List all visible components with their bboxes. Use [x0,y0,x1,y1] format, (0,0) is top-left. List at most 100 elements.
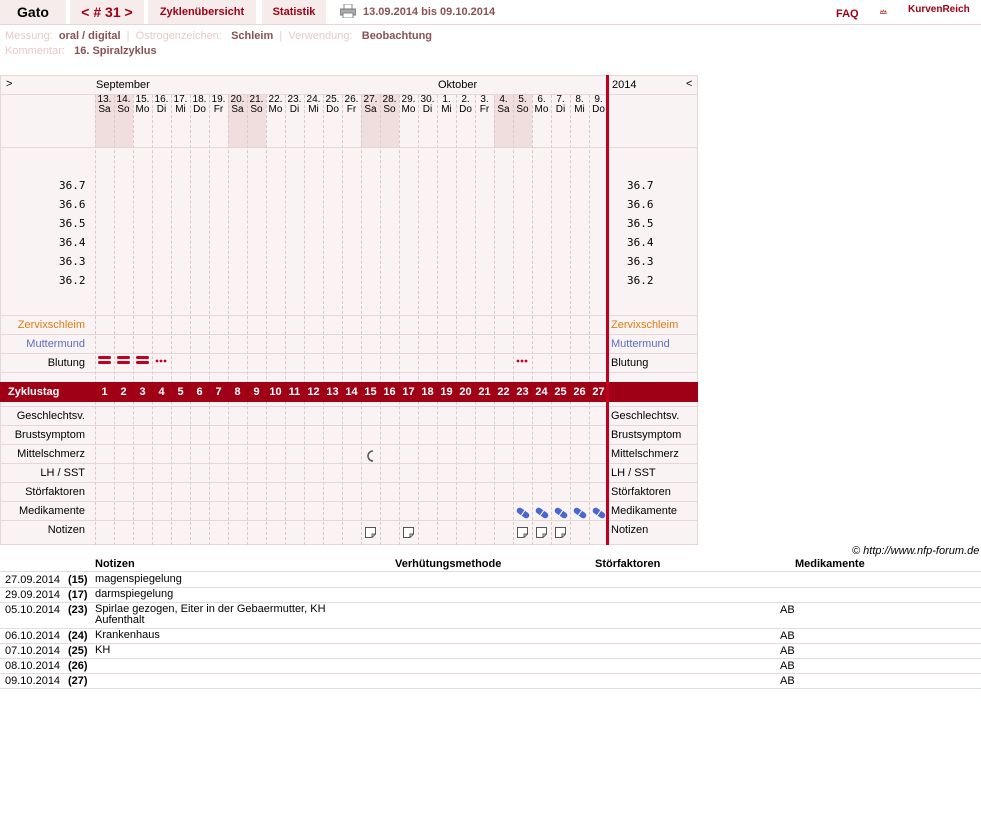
row-date: 06.10.2014 [5,630,61,642]
table-row: 09.10.2014 (27) AB [0,673,981,689]
cycle-day-number: 10 [269,386,282,398]
day-header: 27. Sa [361,95,380,115]
cycle-day-number: 22 [497,386,510,398]
zyklustag-bar: Zyklustag 1 2 3 4 5 6 7 8 9 10 11 12 13 14 15 16 17 18 19 2… [0,382,698,402]
cycle-chart: > September Oktober 2014 < 13. Sa 14. So 15.… [0,75,698,545]
grid-line [133,95,134,545]
weekday: Do [326,104,339,115]
printer-icon[interactable] [340,4,356,18]
header-divider [0,558,981,572]
grid-line [228,95,229,545]
day-header: 18. Do [190,95,209,115]
weekday: So [250,104,263,115]
cycle-day-number: 23 [516,386,529,398]
nav-next[interactable]: < [686,78,692,90]
row-label-right-gv: Geschlechtsv. [611,410,680,422]
row-med: AB [780,675,795,687]
measure-value: oral / digital [58,30,121,42]
crown-icon [880,9,887,14]
row-cycle-day: (24) [68,630,88,642]
day-header: 20. Sa [228,95,247,115]
bleeding-heavy-icon [136,355,149,365]
table-row: 05.10.2014 (23) Spirlae gezogen, Eiter in … [0,602,981,629]
note-icon[interactable] [517,527,528,538]
estrogen-label: Östrogenzeichen: [135,30,222,42]
cycle-day-number: 6 [196,386,203,398]
weekday: Sa [364,104,377,115]
temp-label-right: 36.6 [627,198,654,211]
weekday: Fr [213,104,224,115]
row-divider [0,520,698,521]
temp-label-right: 36.4 [627,236,654,249]
grid-line [475,95,476,545]
weekday: Mo [534,104,549,115]
tab-cycle-overview[interactable]: Zyklenübersicht [148,0,256,24]
zervix-label-right: Zervixschleim [611,319,679,331]
row-date: 27.09.2014 [5,574,61,586]
weekday: Di [555,104,566,115]
row-label-stoer: Störfaktoren [25,486,85,498]
weekday: Mi [175,104,186,115]
tab-statistics[interactable]: Statistik [262,0,326,24]
blutung-label: Blutung [47,357,85,369]
month-september: September [96,79,150,91]
row-label-mittel: Mittelschmerz [17,448,85,460]
row-med: AB [780,645,795,657]
row-label-right-mittel: Mittelschmerz [611,448,679,460]
grid-line [513,95,514,545]
grid-line [570,95,571,545]
grid-line [190,95,191,545]
grid-line [285,95,286,545]
row-label-right-lh: LH / SST [611,467,656,479]
weekday: Di [422,104,433,115]
row-note: darmspiegelung [95,588,174,600]
row-divider [0,406,698,407]
temp-label-right: 36.2 [627,274,654,287]
date-range: 13.09.2014 bis 09.10.2014 [363,6,496,18]
grid-line [152,95,153,545]
bleeding-heavy-icon [117,355,130,365]
note-icon[interactable] [536,527,547,538]
note-icon[interactable] [365,527,376,538]
note-icon[interactable] [403,527,414,538]
row-date: 05.10.2014 [5,604,61,616]
weekday: Sa [231,104,244,115]
temp-label-right: 36.7 [627,179,654,192]
day-header: 19. Fr [209,95,228,115]
table-row: 06.10.2014 (24) Krankenhaus AB [0,628,981,644]
info-line-2: Kommentar: 16. Spiralzyklus [5,45,157,57]
faq-link[interactable]: FAQ [836,8,859,20]
row-note: Spirlae gezogen, Eiter in der Gebaermutt… [95,603,326,626]
row-note-continued: Aufenthalt [95,614,145,626]
day-header: 15. Mo [133,95,152,115]
cycle-day-number: 25 [554,386,567,398]
day-header: 17. Mi [171,95,190,115]
nav-prev[interactable]: > [6,78,12,90]
day-header: 23. Di [285,95,304,115]
row-label-brust: Brustsymptom [14,429,85,441]
weekday: Di [156,104,167,115]
row-divider [0,147,698,148]
table-row: 08.10.2014 (26) AB [0,658,981,674]
muttermund-label-right: Muttermund [611,338,670,350]
use-value: Beobachtung [361,30,433,42]
weekday: Mi [441,104,452,115]
cycle-navigator[interactable]: < # 31 > [70,0,144,24]
table-row: 27.09.2014 (15) magenspiegelung [0,572,981,588]
measure-label: Messung: [5,30,53,42]
row-divider [0,353,698,354]
grid-line [532,95,533,545]
weekday: Do [193,104,206,115]
row-date: 09.10.2014 [5,675,61,687]
day-header: 4. Sa [494,95,513,115]
cycle-day-number: 11 [288,386,301,398]
grid-line [247,95,248,545]
logo-text[interactable]: KurvenReich [908,4,970,15]
copyright: © http://www.nfp-forum.de [852,545,980,557]
row-cycle-day: (23) [68,604,88,616]
pill-icon [592,507,606,519]
grid-line [589,95,590,545]
temp-label: 36.6 [59,198,86,211]
note-icon[interactable] [555,527,566,538]
cycle-day-number: 7 [215,386,222,398]
